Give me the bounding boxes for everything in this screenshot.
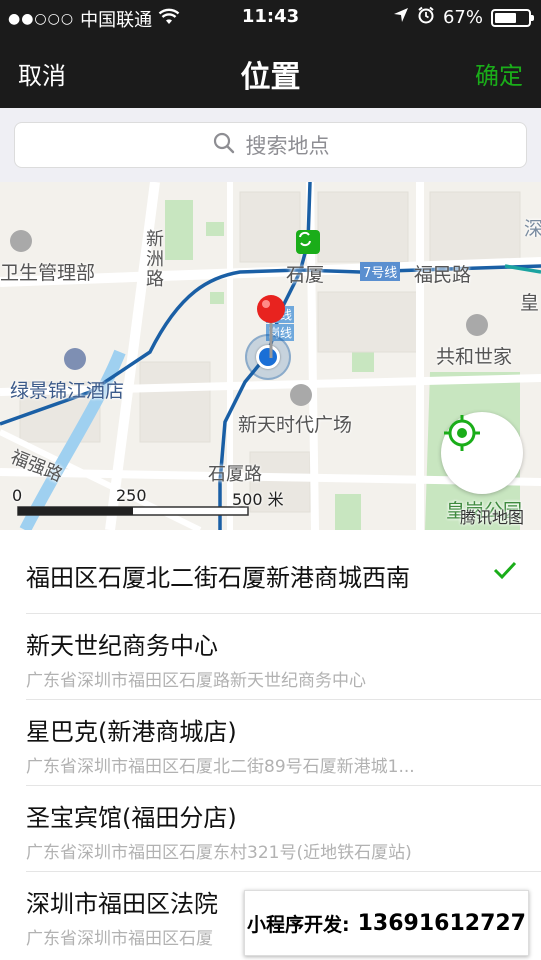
- list-item[interactable]: 新天世纪商务中心 广东省深圳市福田区石厦路新天世纪商务中心: [26, 614, 541, 700]
- hotel-poi-icon: [64, 348, 86, 370]
- page-title: 位置: [240, 60, 301, 95]
- residence-poi-icon: [466, 314, 488, 336]
- list-item[interactable]: 星巴克(新港商城店) 广东省深圳市福田区石厦北二街89号石厦新港城1...: [26, 700, 541, 786]
- location-arrow-icon: [393, 7, 409, 28]
- metro-station-icon[interactable]: [296, 230, 320, 254]
- promo-banner: 小程序开发: 13691612727: [244, 890, 529, 956]
- map-label-shixia: 石厦: [286, 264, 325, 286]
- map-label-shixia-road: 石厦路: [208, 464, 262, 485]
- result-name: 深圳市福田区法院: [26, 890, 218, 918]
- result-name: 新天世纪商务中心: [26, 632, 218, 660]
- plaza-poi-icon: [290, 384, 312, 406]
- map-label-line7: 7号线: [360, 262, 401, 281]
- scale-label-250: 250: [116, 486, 147, 505]
- result-name: 福田区石厦北二街石厦新港商城西南: [26, 564, 410, 592]
- map-label-xintiandi: 新天时代广场: [238, 414, 353, 436]
- battery-percent: 67%: [442, 7, 483, 28]
- result-address: 广东省深圳市福田区石厦东村321号(近地铁石厦站): [26, 843, 412, 863]
- map-label-lujing: 绿景锦江酒店: [10, 380, 125, 402]
- result-name: 星巴克(新港商城店): [26, 718, 237, 746]
- search-placeholder: 搜索地点: [245, 134, 330, 158]
- status-bar: ●●○○○ 中国联通 11:43 67%: [0, 0, 541, 36]
- result-address: 广东省深圳市福田区石厦北二街89号石厦新港城1...: [26, 757, 415, 777]
- search-area: 搜索地点: [0, 108, 541, 182]
- search-icon: [212, 131, 236, 160]
- result-address: 广东省深圳市福田区石厦: [26, 929, 213, 949]
- checkmark-icon: [493, 560, 517, 584]
- list-item[interactable]: 福田区石厦北二街石厦新港商城西南: [26, 530, 541, 614]
- confirm-button[interactable]: 确定: [475, 56, 523, 91]
- relocate-button[interactable]: [441, 412, 523, 494]
- promo-label: 小程序开发:: [247, 913, 350, 936]
- alarm-icon: [417, 6, 435, 29]
- map-label-huang: 皇: [520, 292, 540, 314]
- building-poi-icon: [10, 230, 32, 252]
- tencent-map-logo: 腾讯地图: [460, 508, 525, 527]
- result-address: 广东省深圳市福田区石厦路新天世纪商务中心: [26, 671, 366, 691]
- scale-label-500: 500 米: [232, 490, 284, 509]
- promo-phone: 13691612727: [357, 910, 526, 936]
- search-input[interactable]: 搜索地点: [14, 122, 527, 168]
- map-view[interactable]: 卫生管理部 新洲路 石厦 7号线 福民路 皇 深 共和世家 绿景锦江酒店 新天时…: [0, 182, 541, 530]
- scale-label-0: 0: [12, 486, 23, 505]
- map-label-shen: 深: [524, 218, 541, 240]
- map-label-health: 卫生管理部: [0, 262, 96, 284]
- battery-icon: [491, 8, 534, 27]
- map-label-gonghe: 共和世家: [436, 346, 513, 368]
- list-item[interactable]: 圣宝宾馆(福田分店) 广东省深圳市福田区石厦东村321号(近地铁石厦站): [26, 786, 541, 872]
- nav-bar: 取消 位置 确定: [0, 36, 541, 108]
- result-name: 圣宝宾馆(福田分店): [26, 804, 237, 832]
- map-label-fumin: 福民路: [414, 264, 472, 286]
- battery-fill: [495, 12, 516, 23]
- status-right: 67%: [393, 6, 534, 29]
- map-label-xinzhou: 新洲路: [146, 229, 164, 290]
